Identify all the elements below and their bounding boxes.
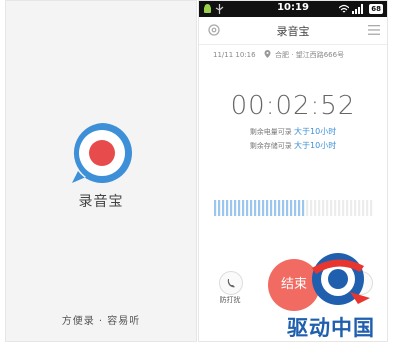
level-bar	[358, 200, 361, 216]
level-bar	[322, 200, 325, 216]
level-bar	[278, 200, 281, 216]
level-bar	[326, 200, 329, 216]
watermark-text: 驱动中国	[287, 316, 375, 340]
level-bar	[222, 200, 225, 216]
audio-level-meter	[214, 200, 373, 216]
level-bar	[290, 200, 293, 216]
watermark-logo	[312, 253, 370, 305]
level-bar	[258, 200, 261, 216]
title-bar: 录音宝	[199, 17, 387, 45]
recording-location: 合肥 · 望江西路666号	[275, 51, 345, 59]
level-bar	[314, 200, 317, 216]
level-bar	[286, 200, 289, 216]
level-bar	[302, 200, 305, 216]
battery-level: 68	[369, 4, 383, 14]
storage-remaining: 剩余存储可录 大于10小时	[199, 140, 387, 151]
level-bar	[246, 200, 249, 216]
level-bar	[238, 200, 241, 216]
battery-remaining: 剩余电量可录 大于10小时	[199, 126, 387, 137]
level-bar	[370, 200, 373, 216]
splash-tagline: 方便录 · 容易听	[61, 316, 141, 327]
level-bar	[298, 200, 301, 216]
level-bar	[230, 200, 233, 216]
splash-app-name: 录音宝	[78, 194, 124, 210]
wifi-icon	[339, 4, 349, 13]
level-bar	[318, 200, 321, 216]
level-bar	[310, 200, 313, 216]
do-not-disturb-label: 防打扰	[219, 296, 241, 304]
level-bar	[346, 200, 349, 216]
app-logo-icon	[72, 123, 132, 183]
level-bar	[242, 200, 245, 216]
signal-icon	[352, 4, 363, 14]
level-bar	[362, 200, 365, 216]
level-bar	[294, 200, 297, 216]
level-bar	[350, 200, 353, 216]
level-bar	[254, 200, 257, 216]
level-bar	[334, 200, 337, 216]
menu-icon[interactable]	[368, 25, 380, 35]
battery-remaining-label: 剩余电量可录	[249, 128, 292, 136]
level-bar	[342, 200, 345, 216]
recording-date: 11/11 10:16	[213, 51, 256, 59]
page-title: 录音宝	[276, 25, 310, 38]
battery-remaining-value: 大于10小时	[294, 127, 337, 136]
storage-remaining-value: 大于10小时	[294, 141, 337, 150]
recording-meta: 11/11 10:16 合肥 · 望江西路666号	[213, 50, 344, 60]
storage-remaining-label: 剩余存储可录	[249, 142, 292, 150]
level-bar	[250, 200, 253, 216]
do-not-disturb-button[interactable]	[219, 271, 243, 295]
level-bar	[306, 200, 309, 216]
level-bar	[338, 200, 341, 216]
level-bar	[354, 200, 357, 216]
level-bar	[330, 200, 333, 216]
level-bar	[234, 200, 237, 216]
level-bar	[226, 200, 229, 216]
location-pin-icon	[264, 50, 271, 58]
level-bar	[262, 200, 265, 216]
level-bar	[214, 200, 217, 216]
level-bar	[282, 200, 285, 216]
level-bar	[274, 200, 277, 216]
level-bar	[270, 200, 273, 216]
status-bar: 10:19 68	[199, 1, 387, 17]
recording-timer: 00:02:52	[230, 91, 356, 121]
level-bar	[366, 200, 369, 216]
phone-icon	[227, 279, 235, 288]
level-bar	[218, 200, 221, 216]
splash-screen: 录音宝 方便录 · 容易听	[5, 0, 197, 342]
level-bar	[266, 200, 269, 216]
